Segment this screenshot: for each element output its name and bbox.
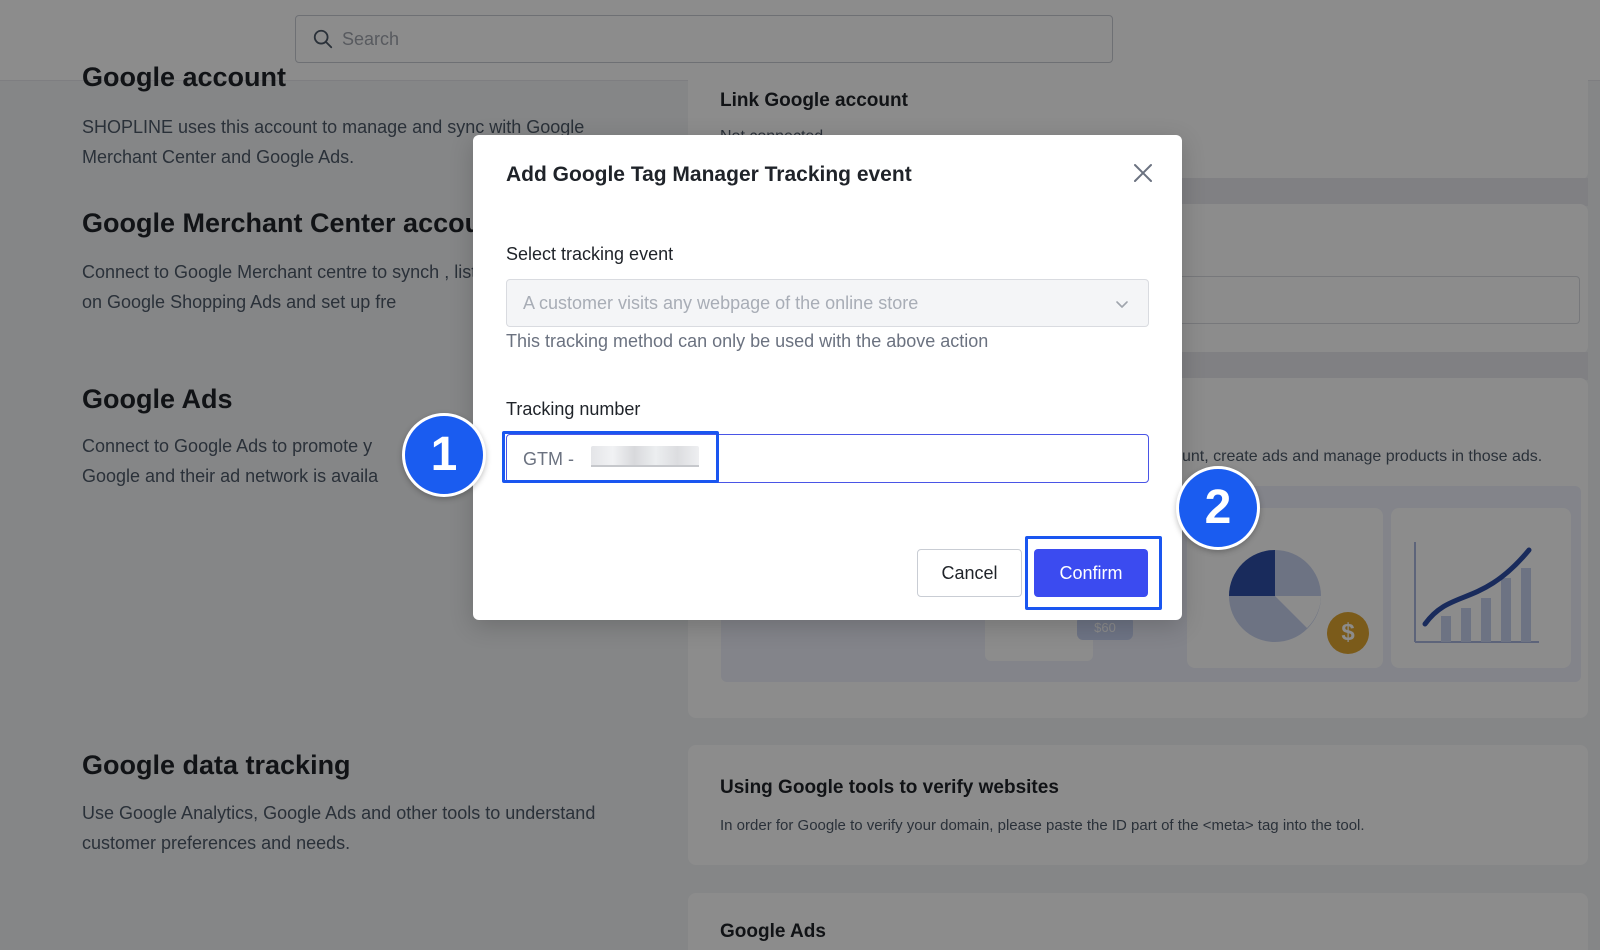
confirm-button[interactable]: Confirm: [1034, 549, 1148, 597]
tracking-number-label: Tracking number: [506, 399, 641, 419]
tracking-event-modal: Add Google Tag Manager Tracking event Se…: [473, 135, 1182, 620]
close-icon[interactable]: [1131, 161, 1155, 185]
page: Google account SHOPLINE uses this accoun…: [0, 0, 1600, 950]
tracking-event-select[interactable]: A customer visits any webpage of the onl…: [506, 279, 1149, 327]
tracking-event-hint: This tracking method can only be used wi…: [506, 331, 989, 351]
chevron-down-icon: [1116, 301, 1128, 308]
modal-title: Add Google Tag Manager Tracking event: [506, 163, 912, 186]
tracking-event-select-value: A customer visits any webpage of the onl…: [523, 292, 919, 313]
select-tracking-event-label: Select tracking event: [506, 244, 674, 264]
tracking-number-highlight: [502, 431, 719, 483]
cancel-button[interactable]: Cancel: [917, 549, 1022, 597]
step-badge-2: 2: [1176, 466, 1260, 550]
step-badge-1: 1: [402, 413, 486, 497]
